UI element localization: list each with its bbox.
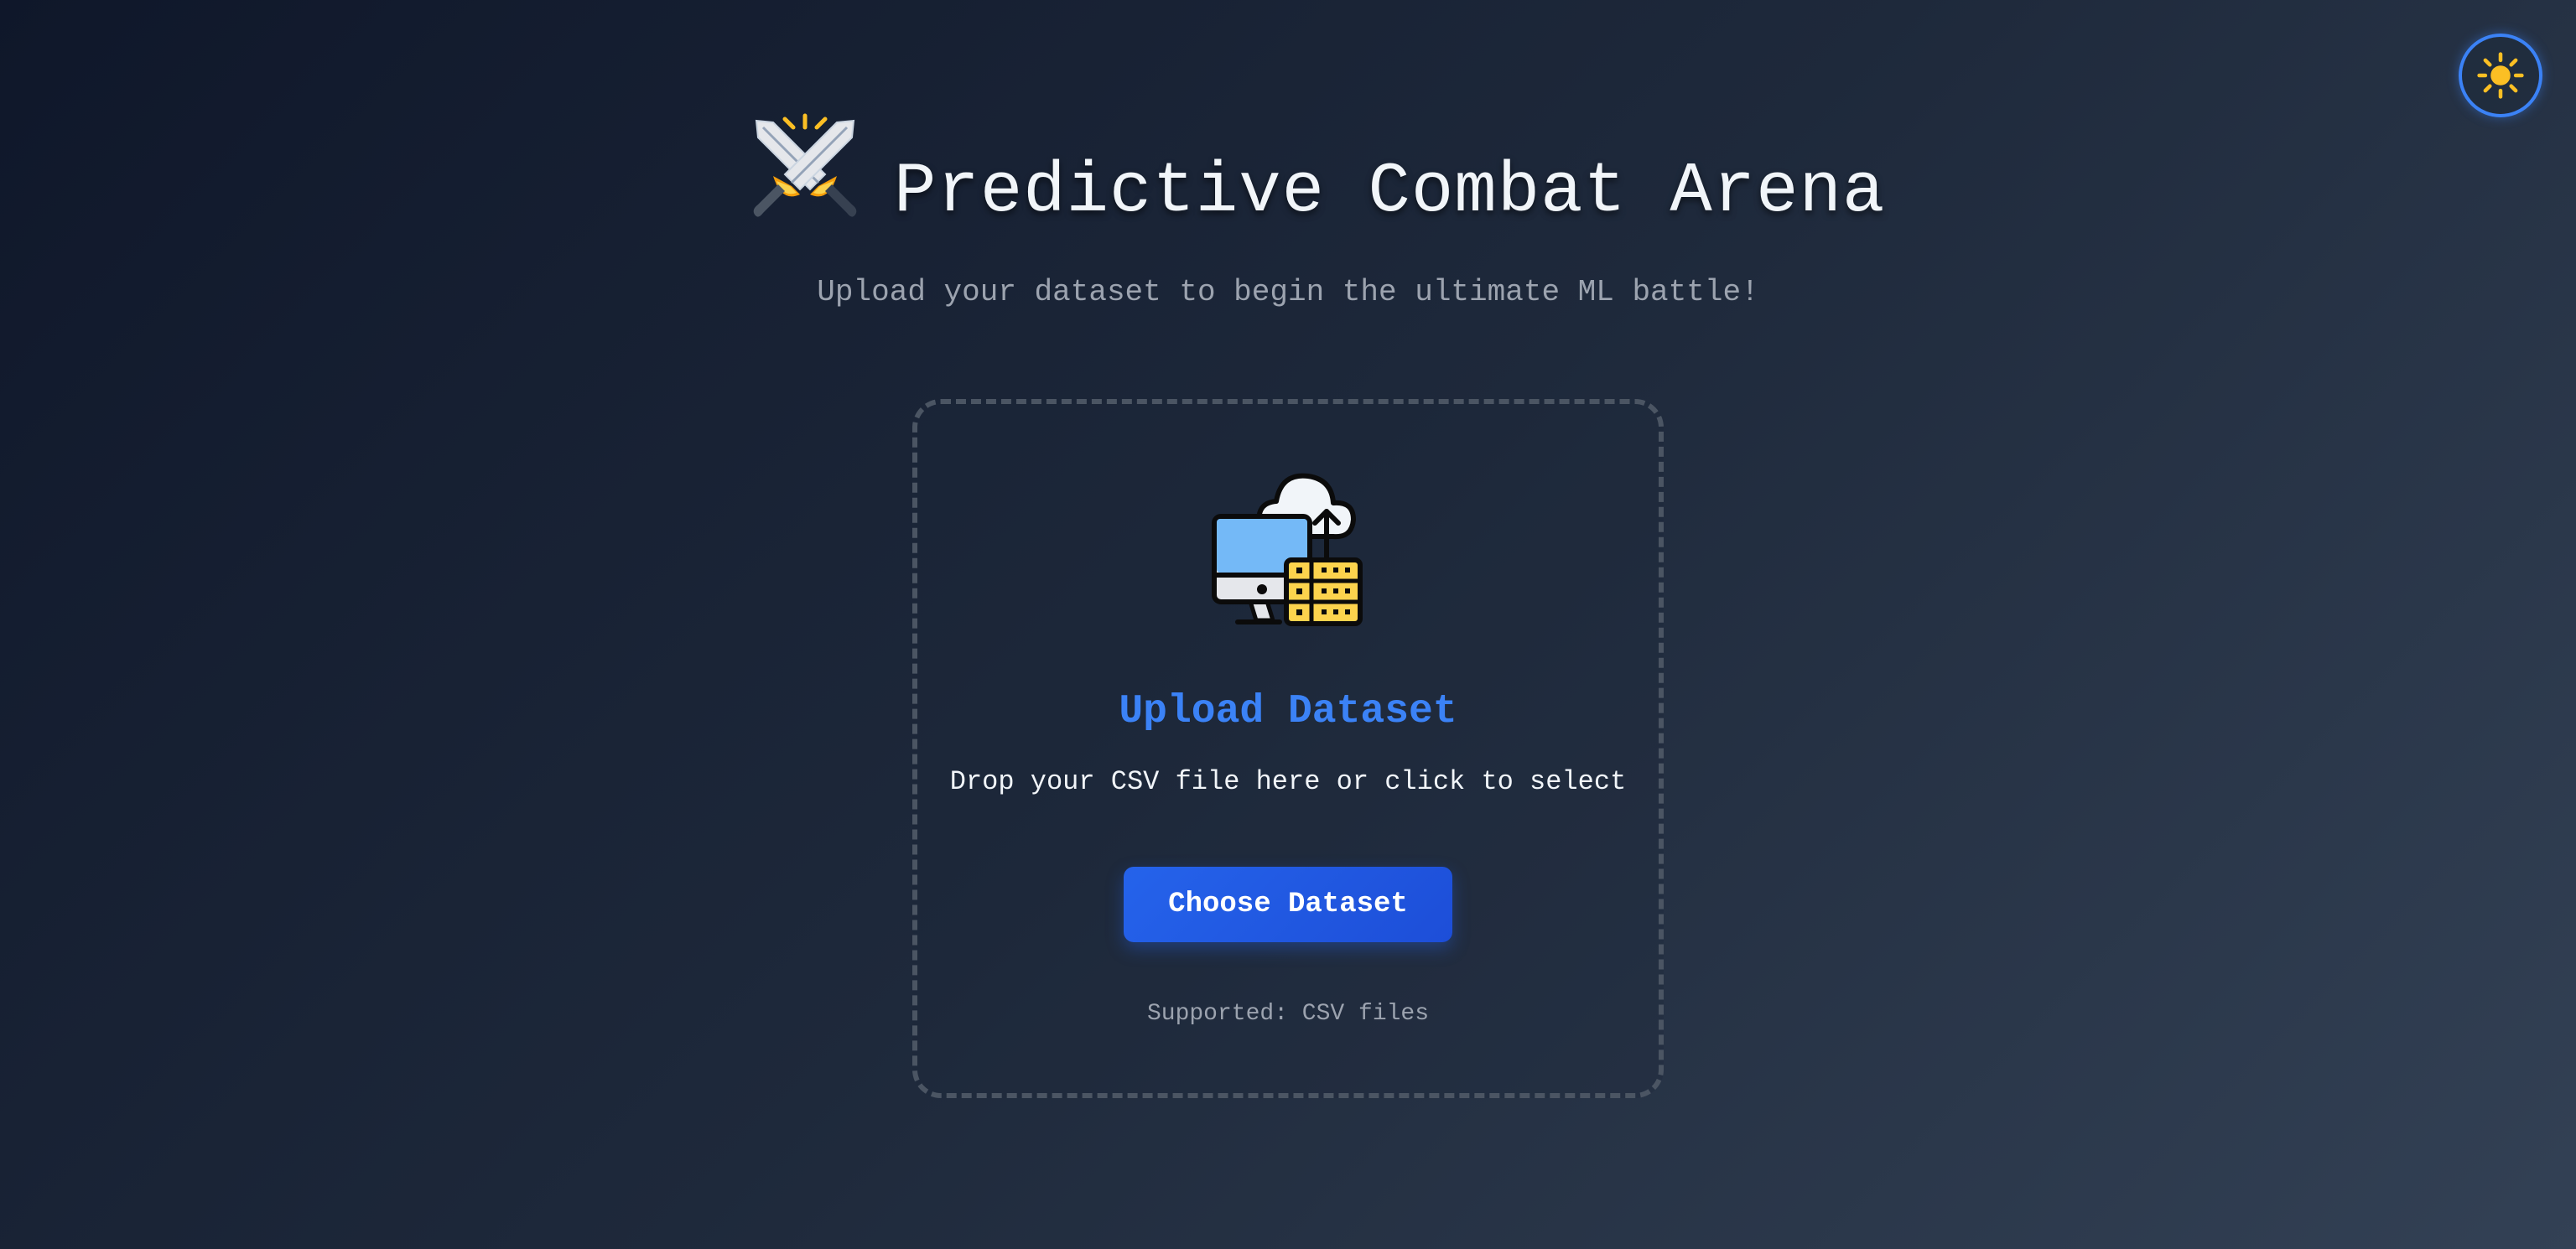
page-title: Predictive Combat Arena	[894, 153, 1886, 232]
page-subtitle: Upload your dataset to begin the ultimat…	[817, 275, 1759, 309]
upload-description: Drop your CSV file here or click to sele…	[949, 766, 1627, 797]
upload-dataset-icon	[1212, 473, 1363, 626]
supported-formats-label: Supported: CSV files	[1146, 1001, 1430, 1027]
crossed-swords-icon	[753, 113, 857, 217]
choose-dataset-button[interactable]: Choose Dataset	[1124, 867, 1452, 942]
sun-icon	[2477, 52, 2524, 99]
page-header: Predictive Combat Arena	[0, 112, 2576, 238]
upload-dropzone[interactable]: Upload Dataset Drop your CSV file here o…	[912, 399, 1664, 1098]
upload-title: Upload Dataset	[1119, 689, 1457, 734]
theme-toggle-button[interactable]	[2459, 34, 2542, 117]
